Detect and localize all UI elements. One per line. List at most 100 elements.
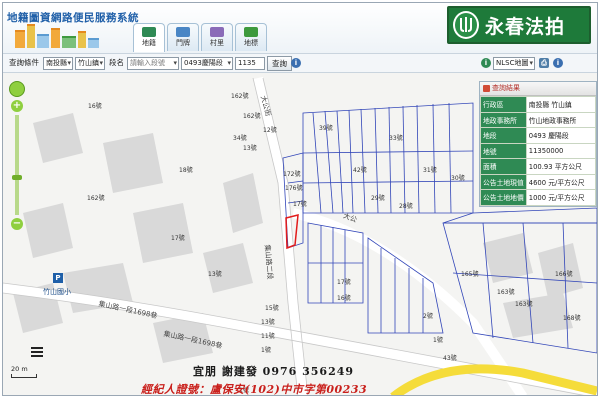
- logo-building-graphic: [27, 24, 35, 48]
- lot-label: 33號: [389, 135, 403, 142]
- lot-label: 1號: [433, 337, 443, 344]
- row-value: 1000 元/平方公尺: [525, 189, 597, 206]
- layer-icon[interactable]: i: [481, 58, 491, 68]
- table-row: 地政事務所 竹山地政事務所: [480, 111, 597, 128]
- lot-label: 162號: [87, 195, 105, 202]
- scale-bar: 20 m: [11, 365, 37, 378]
- tab-address[interactable]: 門牌: [167, 23, 199, 51]
- lot-label: 13號: [208, 271, 222, 278]
- print-icon[interactable]: ⎙: [539, 58, 549, 68]
- lot-label: 43號: [443, 355, 457, 362]
- row-key: 地政事務所: [480, 111, 527, 128]
- logo-building-graphic: [62, 36, 76, 48]
- lot-label: 163號: [497, 289, 515, 296]
- lot-label: 165號: [461, 271, 479, 278]
- section-label: 段名: [109, 58, 124, 67]
- results-header[interactable]: 查詢結果: [480, 82, 596, 96]
- lot-label: 42號: [353, 167, 367, 174]
- village-icon: [210, 27, 224, 37]
- table-row: 行政區 南投縣 竹山鎮: [480, 96, 597, 113]
- brand-emblem-icon: [453, 11, 479, 39]
- parking-icon: P: [53, 273, 63, 283]
- county-select[interactable]: 南投縣: [43, 57, 73, 70]
- basemap-select[interactable]: NLSC地圖: [493, 57, 535, 70]
- tab-address-label: 門牌: [176, 39, 190, 47]
- zoom-slider[interactable]: [12, 115, 22, 215]
- house-icon: [176, 27, 190, 37]
- header: 地籍圖資網路便民服務系統 地籍 門牌 村里 地標 永春法拍: [3, 3, 597, 53]
- row-key: 面積: [480, 158, 527, 175]
- row-key: 公告土地現值: [480, 173, 527, 190]
- lot-label: 28號: [399, 203, 413, 210]
- pan-control[interactable]: [9, 81, 25, 97]
- lot-label: 166號: [555, 271, 573, 278]
- table-row: 公告土地地價 1000 元/平方公尺: [480, 189, 597, 206]
- section-select[interactable]: 0493慶陽段: [181, 57, 233, 70]
- place-label: 竹山國小: [43, 288, 71, 296]
- zoom-control: + −: [9, 81, 25, 241]
- query-button[interactable]: 查詢: [267, 56, 292, 71]
- row-key: 公告土地地價: [480, 189, 527, 206]
- lot-label: 29號: [371, 195, 385, 202]
- tab-village[interactable]: 村里: [201, 23, 233, 51]
- results-table: 行政區 南投縣 竹山鎮 地政事務所 竹山地政事務所 地段 0493 慶陽段 地號 113…: [480, 96, 597, 206]
- layers-menu-icon[interactable]: [31, 347, 43, 359]
- agent-license-line: 經紀人證號：盧保安(102)中市字第00233: [141, 383, 368, 396]
- tab-land[interactable]: 地籍: [133, 23, 165, 52]
- lot-label: 2號: [423, 313, 433, 320]
- zoom-in-button[interactable]: +: [11, 100, 23, 112]
- row-value: 0493 慶陽段: [525, 127, 597, 144]
- row-key: 地號: [480, 142, 527, 159]
- logo-building-graphic: [51, 28, 60, 48]
- lot-label: 16號: [88, 103, 102, 110]
- lot-label: 13號: [243, 145, 257, 152]
- table-row: 地號 11350000: [480, 142, 597, 159]
- logo-building-graphic: [37, 34, 49, 48]
- landmark-icon: [244, 27, 258, 37]
- row-value: 4600 元/平方公尺: [525, 173, 597, 190]
- tab-landmark[interactable]: 地標: [235, 23, 267, 51]
- tab-land-label: 地籍: [142, 39, 156, 47]
- logo-building-graphic: [78, 31, 86, 48]
- agent-contact-line: 宜朋 謝建發 0976 356249: [193, 365, 355, 378]
- zoom-slider-handle[interactable]: [12, 175, 22, 180]
- lot-label: 163號: [515, 301, 533, 308]
- lot-label: 172號: [283, 171, 301, 178]
- query-label: 查詢條件: [9, 58, 39, 67]
- row-value: 南投縣 竹山鎮: [525, 96, 597, 113]
- app-window: 地籍圖資網路便民服務系統 地籍 門牌 村里 地標 永春法拍 查詢條件 南投縣 ▾…: [2, 2, 598, 396]
- lot-label: 176號: [285, 185, 303, 192]
- lot-number-input[interactable]: 1135: [235, 57, 265, 70]
- lot-label: 12號: [263, 127, 277, 134]
- section-code-input[interactable]: 請輸入段號: [127, 57, 179, 70]
- site-logo[interactable]: 地籍圖資網路便民服務系統: [7, 6, 139, 50]
- lot-label: 16號: [337, 295, 351, 302]
- info-icon[interactable]: i: [553, 58, 563, 68]
- lot-label: 31號: [423, 167, 437, 174]
- zoom-out-button[interactable]: −: [11, 218, 23, 230]
- scale-label: 20 m: [11, 365, 28, 373]
- table-row: 公告土地現值 4600 元/平方公尺: [480, 173, 597, 190]
- table-row: 面積 100.93 平方公尺: [480, 158, 597, 175]
- query-results-panel: 查詢結果 行政區 南投縣 竹山鎮 地政事務所 竹山地政事務所 地段 0493 慶陽段 …: [479, 81, 597, 207]
- town-select[interactable]: 竹山鎮: [75, 57, 105, 70]
- brand-logo: 永春法拍: [447, 6, 591, 44]
- lot-label: 11號: [261, 333, 275, 340]
- help-icon[interactable]: i: [291, 58, 301, 68]
- map-icon: [142, 27, 156, 37]
- cadastral-map[interactable]: 集山路一段1698巷 集山路一段1698巷 大公街 集山路二段 大公 竹山國小 …: [3, 73, 597, 396]
- results-title: 查詢結果: [492, 84, 520, 92]
- collapse-arrow-icon[interactable]: [483, 85, 490, 92]
- row-key: 地段: [480, 127, 527, 144]
- row-value: 11350000: [525, 142, 597, 159]
- table-row: 地段 0493 慶陽段: [480, 127, 597, 144]
- row-value: 竹山地政事務所: [525, 111, 597, 128]
- row-value: 100.93 平方公尺: [525, 158, 597, 175]
- lot-label: 13號: [261, 319, 275, 326]
- brand-name: 永春法拍: [485, 16, 566, 38]
- lot-label: 17號: [171, 235, 185, 242]
- row-key: 行政區: [480, 96, 527, 113]
- lot-label: 17號: [337, 279, 351, 286]
- site-title: 地籍圖資網路便民服務系統: [7, 12, 139, 24]
- lot-label: 15號: [265, 305, 279, 312]
